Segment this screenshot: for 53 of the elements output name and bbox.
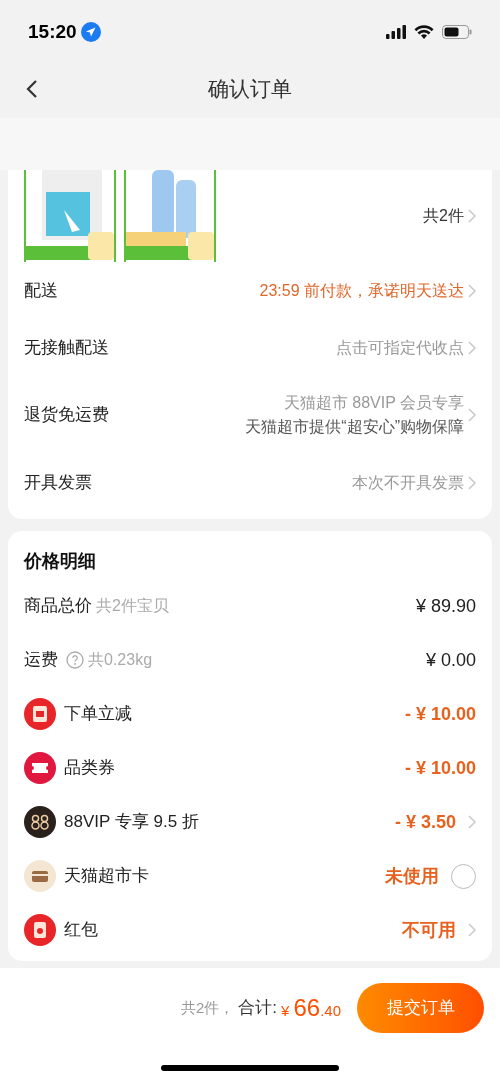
price-value: ¥ 0.00	[425, 648, 476, 672]
total-price: ¥ 66.40	[281, 993, 341, 1023]
item-count-link[interactable]: 共2件	[423, 204, 476, 228]
battery-icon	[442, 25, 472, 39]
row-value: 天猫超市 88VIP 会员专享	[283, 393, 464, 413]
back-icon	[26, 79, 38, 99]
signal-icon	[386, 25, 406, 39]
price-label: 品类券	[64, 757, 115, 780]
status-time: 15:20	[28, 19, 77, 44]
chevron-icon	[468, 209, 476, 223]
card-icon	[24, 860, 56, 892]
location-icon	[80, 22, 101, 42]
chevron-icon	[468, 283, 476, 298]
row-value: 点击可指定代收点	[336, 337, 464, 358]
price-value: ¥ 89.90	[415, 594, 476, 618]
price-note: 共2件宝贝	[96, 596, 169, 616]
row-value-link[interactable]: 天猫超市 88VIP 会员专享 天猫超市提供“超安心”购物保障	[245, 391, 476, 439]
help-icon	[66, 651, 84, 669]
row-value-link[interactable]: 23:59 前付款，承诺明天送达	[259, 278, 476, 303]
row-label: 无接触配送	[24, 336, 109, 359]
row-label: 开具发票	[24, 471, 92, 494]
submit-order-button[interactable]: 提交订单	[357, 983, 484, 1033]
price-label: 运费	[24, 649, 58, 672]
price-label: 下单立减	[64, 703, 132, 726]
total-label: 合计:	[238, 997, 278, 1020]
price-label: 天猫超市卡	[64, 865, 149, 888]
price-label: 88VIP 专享 9.5 折	[64, 811, 199, 834]
vip-icon	[24, 806, 56, 838]
chevron-icon	[468, 475, 476, 490]
price-note: 共0.23kg	[88, 650, 153, 670]
page-title: 确认订单	[208, 76, 292, 103]
row-value: 本次不开具发票	[352, 472, 464, 493]
row-value-link[interactable]: 点击可指定代收点	[336, 335, 476, 360]
row-value: 天猫超市提供“超安心”购物保障	[245, 417, 464, 437]
envelope-icon	[24, 914, 56, 946]
row-value: 23:59 前付款，承诺明天送达	[259, 280, 464, 301]
price-value: - ¥ 3.50	[394, 810, 456, 834]
price-value: 未使用	[385, 864, 439, 888]
price-label: 商品总价	[24, 595, 92, 618]
row-label: 配送	[24, 279, 58, 302]
footer-count: 共2件，	[181, 997, 235, 1018]
wifi-icon	[414, 25, 434, 39]
ticket-icon	[24, 752, 56, 784]
price-value: - ¥ 10.00	[404, 756, 476, 780]
card-title: 价格明细	[24, 549, 97, 573]
row-value-link[interactable]: 本次不开具发票	[352, 470, 476, 495]
chevron-icon	[468, 408, 476, 422]
row-label: 退货免运费	[24, 404, 109, 427]
coupon-icon	[24, 698, 56, 730]
chevron-icon	[468, 340, 476, 355]
price-value: 不可用	[402, 918, 456, 942]
price-label: 红包	[64, 919, 98, 942]
price-value: - ¥ 10.00	[404, 702, 476, 726]
